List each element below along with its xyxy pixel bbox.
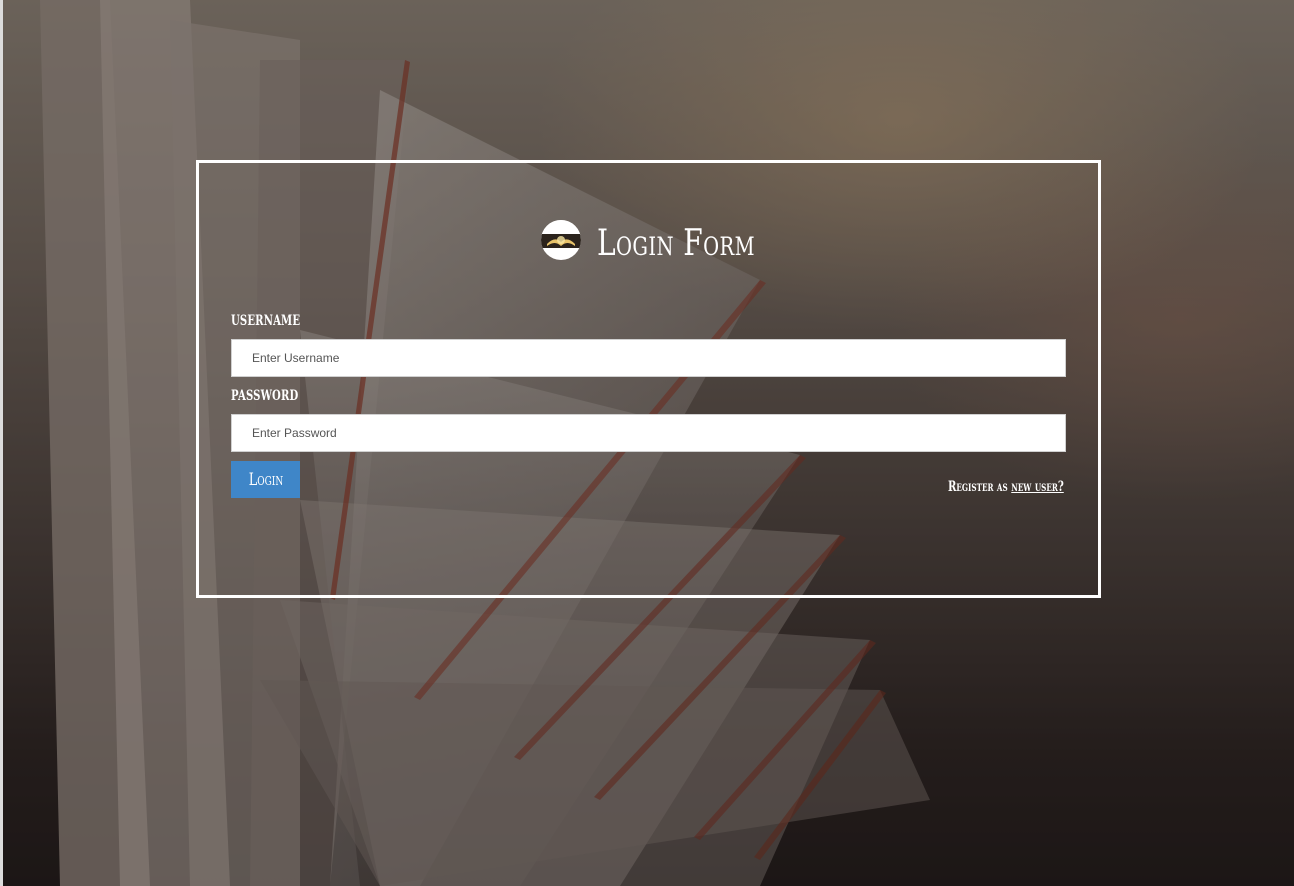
register-prefix: Register as: [948, 479, 1008, 495]
window-edge: [0, 0, 3, 886]
username-input[interactable]: [231, 339, 1066, 377]
register-prompt: Register as new user?: [948, 479, 1064, 495]
login-button-label: Login: [248, 469, 283, 490]
password-input[interactable]: [231, 414, 1066, 452]
login-form: Login Form Username Password Login Regis…: [196, 160, 1101, 598]
username-label: Username: [231, 313, 301, 329]
form-header: Login Form: [199, 213, 1098, 273]
form-title: Login Form: [596, 222, 755, 264]
password-label: Password: [231, 388, 299, 404]
new-user-link[interactable]: new user?: [1011, 479, 1064, 495]
open-book-logo-icon: [540, 220, 581, 260]
login-button[interactable]: Login: [231, 461, 300, 498]
